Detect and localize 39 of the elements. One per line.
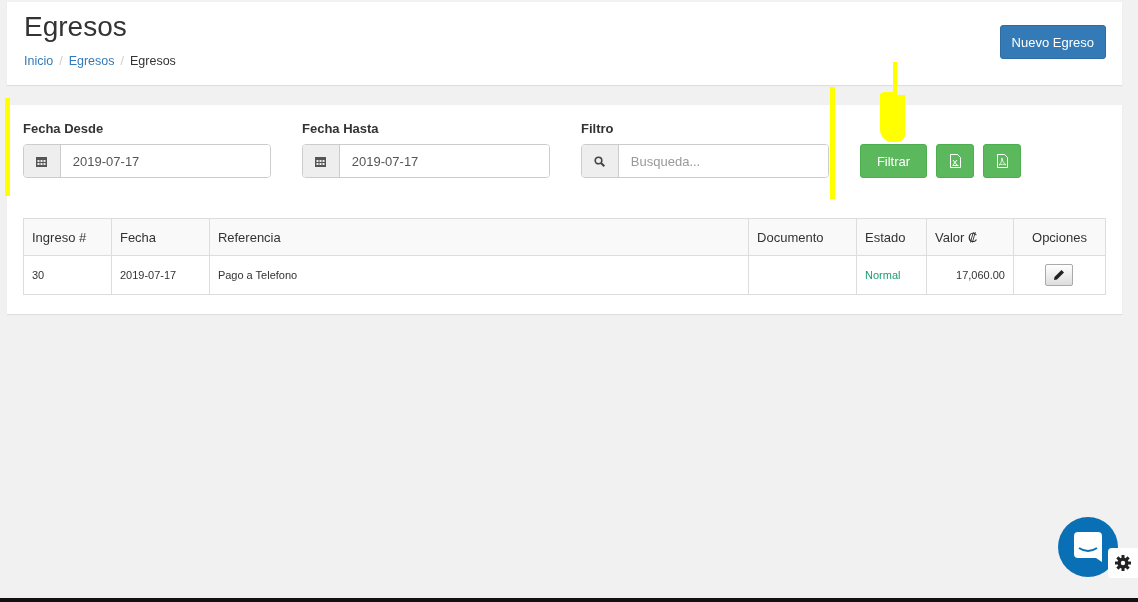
table-cell: 30: [23, 255, 112, 295]
column-header: Referencia: [209, 218, 749, 256]
table-cell: 17,060.00: [926, 255, 1014, 295]
excel-export-button[interactable]: [936, 144, 974, 178]
column-header: Ingreso #: [23, 218, 112, 256]
table-cell: 2019-07-17: [111, 255, 210, 295]
breadcrumb-link[interactable]: Inicio: [24, 54, 54, 68]
column-header: Documento: [748, 218, 857, 256]
breadcrumb-link[interactable]: Egresos: [68, 54, 115, 68]
page-title: Egresos: [24, 11, 128, 43]
date-to-field[interactable]: 2019-07-17: [302, 144, 550, 178]
breadcrumb-current: Egresos: [130, 54, 176, 68]
pencil-icon: [1053, 269, 1066, 281]
column-header: Fecha: [111, 218, 210, 256]
field-label: Filtro: [581, 121, 615, 136]
date-from-field[interactable]: 2019-07-17: [23, 144, 271, 178]
column-header: Opciones: [1013, 218, 1106, 256]
column-header: Estado: [856, 218, 927, 256]
settings-button[interactable]: [1108, 548, 1138, 578]
table-cell: Pago a Telefono: [209, 255, 749, 295]
chat-bubble-icon: [1074, 532, 1102, 562]
edit-button[interactable]: [1045, 264, 1074, 286]
calendar-icon: [36, 155, 48, 167]
column-header: Valor ₡: [926, 218, 1014, 256]
breadcrumb-separator: /: [120, 54, 124, 68]
search-field[interactable]: Busqueda...: [581, 144, 829, 178]
new-expense-button[interactable]: Nuevo Egreso: [999, 25, 1106, 59]
search-icon: [594, 155, 606, 167]
excel-file-icon: [949, 154, 961, 168]
breadcrumb-separator: /: [59, 54, 63, 68]
calendar-icon: [315, 155, 327, 167]
field-label: Fecha Hasta: [302, 121, 380, 136]
pdf-file-icon: [996, 154, 1008, 168]
settings-icon: [1115, 555, 1131, 571]
table-cell: Normal: [856, 255, 927, 295]
filter-button[interactable]: Filtrar: [860, 144, 927, 178]
field-label: Fecha Desde: [23, 121, 105, 136]
pdf-export-button[interactable]: [983, 144, 1021, 178]
chat-button[interactable]: [1058, 517, 1118, 577]
